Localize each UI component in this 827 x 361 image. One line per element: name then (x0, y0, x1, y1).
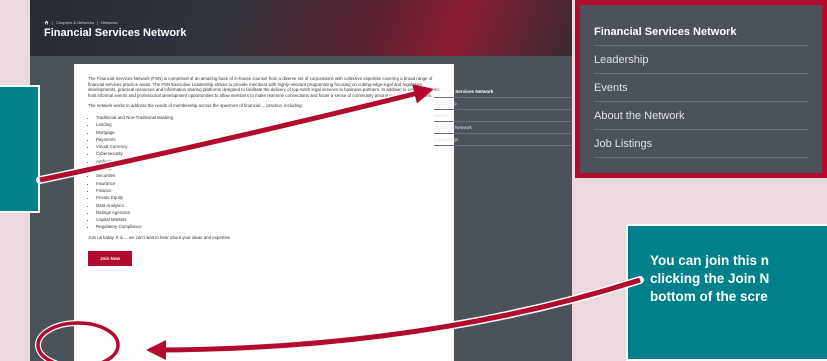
page-header: | Chapters & Networks | Networks Financi… (30, 0, 572, 56)
zoom-nav-item-about[interactable]: About the Network (594, 102, 808, 130)
breadcrumb: | Chapters & Networks | Networks (44, 20, 118, 25)
list-item: Private Equity (96, 194, 440, 201)
zoomed-nav-callout: Financial Services Network Leadership Ev… (575, 0, 827, 178)
main-content: The Financial Services Network (FSN) is … (74, 64, 454, 361)
breadcrumb-chapters[interactable]: Chapters & Networks (56, 20, 94, 25)
list-item: Securities (96, 172, 440, 179)
right-callout-box: You can join this n clicking the Join N … (626, 224, 827, 361)
website-screenshot: | Chapters & Networks | Networks Financi… (30, 0, 572, 361)
list-item: FinTech (96, 165, 440, 172)
zoom-nav-item-events[interactable]: Events (594, 74, 808, 102)
list-item: Traditional and Non-Traditional Banking (96, 114, 440, 121)
breadcrumb-separator: | (52, 20, 54, 25)
zoom-nav-item-jobs[interactable]: Job Listings (594, 130, 808, 158)
side-nav-item-leadership[interactable]: Leadership (434, 98, 572, 110)
zoom-nav-item-leadership[interactable]: Leadership (594, 46, 808, 74)
list-item: Mortgage (96, 129, 440, 136)
intro-paragraph: The Financial Services Network (FSN) is … (88, 76, 440, 98)
list-item: Artificial Intelligence (96, 158, 440, 165)
join-now-button[interactable]: Join Now (88, 251, 132, 267)
closing-paragraph: Join us today. It is ... we can't wait t… (88, 234, 232, 240)
side-nav-item-events[interactable]: Events (434, 110, 572, 122)
list-item: Capital Markets (96, 216, 440, 223)
practice-list: Traditional and Non-Traditional Banking … (88, 114, 440, 231)
breadcrumb-networks[interactable]: Networks (101, 20, 118, 25)
side-nav-item-about[interactable]: About the Network (434, 122, 572, 134)
home-icon[interactable] (44, 20, 49, 25)
list-item: Cybersecurity (96, 150, 440, 157)
list-item: Virtual Currency (96, 143, 440, 150)
breadcrumb-separator: | (96, 20, 98, 25)
side-nav: Financial Services Network Leadership Ev… (434, 86, 572, 146)
left-callout-box (0, 85, 40, 213)
list-item: Regulatory Compliance (96, 223, 440, 230)
practice-paragraph: The network works to address the needs o… (88, 103, 303, 109)
zoomed-nav: Financial Services Network Leadership Ev… (580, 5, 822, 173)
side-nav-item-jobs[interactable]: Job Listings (434, 134, 572, 146)
zoom-nav-item-fsn[interactable]: Financial Services Network (594, 26, 808, 46)
list-item: Lending (96, 121, 440, 128)
list-item: Ratings Agencies (96, 209, 440, 216)
side-nav-item-fsn[interactable]: Financial Services Network (434, 86, 572, 98)
list-item: Data Analytics (96, 202, 440, 209)
list-item: Insurance (96, 180, 440, 187)
page-title: Financial Services Network (44, 27, 187, 39)
list-item: Finance (96, 187, 440, 194)
list-item: Payments (96, 136, 440, 143)
